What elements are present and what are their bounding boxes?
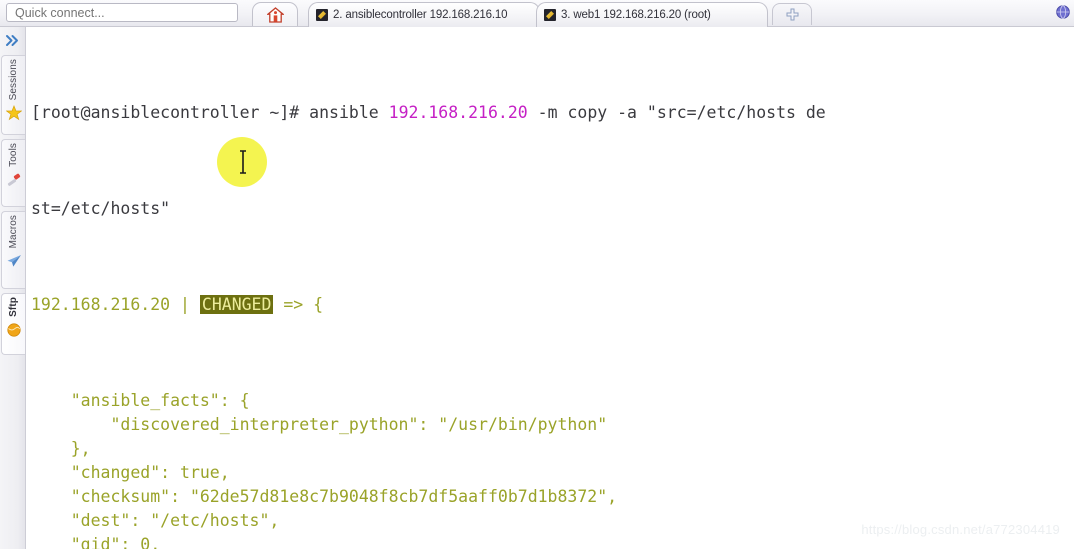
result-separator: |	[170, 295, 200, 314]
globe-orange-icon	[6, 322, 22, 338]
globe-icon[interactable]	[1054, 3, 1072, 21]
terminal-body-text: "ansible_facts": {	[31, 391, 250, 410]
quick-connect-input[interactable]	[7, 4, 237, 22]
sidebar-item-macros[interactable]: Macros	[1, 211, 25, 289]
terminal-body-text: "checksum": "62de57d81e8c7b9048f8cb7df5a…	[31, 487, 618, 506]
sidebar-item-macros-label: Macros	[8, 215, 19, 249]
hammer-icon	[6, 172, 22, 188]
status-badge: CHANGED	[199, 295, 274, 314]
command-suffix: -m copy -a "src=/etc/hosts de	[527, 103, 826, 122]
paper-plane-icon	[6, 253, 22, 269]
shell-prompt: [root@ansiblecontroller ~]#	[31, 103, 310, 122]
terminal-body-line: "checksum": "62de57d81e8c7b9048f8cb7df5a…	[31, 485, 1074, 509]
terminal-tab-1[interactable]: 2. ansiblecontroller 192.168.216.10	[308, 2, 540, 27]
terminal-command-wrap: st=/etc/hosts"	[31, 199, 171, 218]
home-tab-button[interactable]	[252, 2, 298, 26]
terminal-body-text: "changed": true,	[31, 463, 230, 482]
sidebar-item-sftp-label: Sftp	[8, 297, 19, 317]
terminal-body-line: "changed": true,	[31, 461, 1074, 485]
left-sidebar: Sessions Tools Macros Sftp	[0, 27, 26, 549]
command-prefix: ansible	[309, 103, 389, 122]
terminal-command-line: [root@ansiblecontroller ~]# ansible 192.…	[31, 101, 1074, 125]
watermark-text: https://blog.csdn.net/a772304419	[861, 522, 1060, 537]
terminal-body-line: "discovered_interpreter_python": "/usr/b…	[31, 413, 1074, 437]
result-host: 192.168.216.20	[31, 295, 171, 314]
putty-session-icon	[316, 9, 328, 21]
sidebar-item-sftp[interactable]: Sftp	[1, 293, 25, 355]
command-host: 192.168.216.20	[388, 103, 528, 122]
star-icon	[5, 105, 22, 121]
terminal-tab-2-label: 3. web1 192.168.216.20 (root)	[561, 9, 711, 21]
sidebar-item-sessions[interactable]: Sessions	[1, 55, 25, 135]
terminal-body-line: "ansible_facts": {	[31, 389, 1074, 413]
terminal-tab-1-label: 2. ansiblecontroller 192.168.216.10	[333, 9, 508, 21]
terminal-result-header: 192.168.216.20 | CHANGED => {	[31, 293, 1074, 317]
terminal-tab-2[interactable]: 3. web1 192.168.216.20 (root)	[536, 2, 768, 27]
result-arrow: => {	[273, 295, 324, 314]
sidebar-item-sessions-label: Sessions	[8, 59, 19, 101]
home-icon	[265, 6, 285, 23]
mobaxterm-window: 2. ansiblecontroller 192.168.216.10 3. w…	[0, 0, 1074, 549]
plus-icon	[786, 8, 799, 21]
terminal-body-text: "dest": "/etc/hosts",	[31, 511, 280, 530]
top-toolbar: 2. ansiblecontroller 192.168.216.10 3. w…	[0, 0, 1074, 27]
quick-connect-field[interactable]	[6, 3, 238, 22]
terminal-body-text: "discovered_interpreter_python": "/usr/b…	[31, 415, 608, 434]
terminal-body-line: },	[31, 437, 1074, 461]
sidebar-item-tools[interactable]: Tools	[1, 139, 25, 207]
sidebar-item-tools-label: Tools	[8, 143, 19, 167]
terminal-output[interactable]: [root@ansiblecontroller ~]# ansible 192.…	[27, 27, 1074, 549]
terminal-body-text: "gid": 0,	[31, 535, 161, 549]
chevron-double-right-icon[interactable]	[0, 29, 25, 51]
putty-session-icon	[544, 9, 556, 21]
terminal-body-text: },	[31, 439, 91, 458]
new-tab-button[interactable]	[772, 3, 812, 25]
